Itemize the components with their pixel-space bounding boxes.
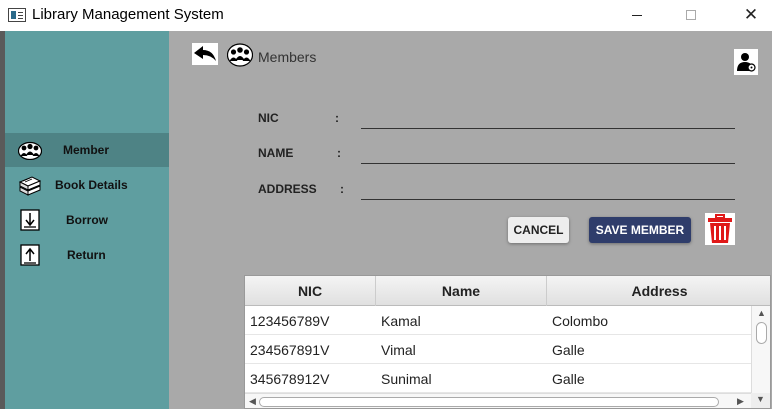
cancel-button[interactable]: CANCEL [508, 217, 569, 243]
vertical-scrollbar[interactable]: ▲ [751, 306, 770, 393]
horizontal-scrollbar[interactable]: ◀ ▶ [245, 393, 751, 408]
nic-colon: : [335, 111, 339, 125]
sidebar-item-book-details[interactable]: Book Details [5, 168, 169, 202]
nic-field[interactable] [361, 107, 735, 129]
cell-address: Galle [552, 370, 585, 387]
maximize-button[interactable] [668, 0, 714, 30]
maximize-icon [686, 10, 696, 20]
vertical-scroll-thumb[interactable] [756, 322, 767, 344]
back-arrow-icon[interactable] [192, 43, 218, 65]
members-table: NIC Name Address 123456789V Kamal Colomb… [244, 275, 771, 409]
address-label: ADDRESS [258, 182, 317, 196]
sidebar-item-label: Borrow [66, 213, 108, 227]
sidebar-item-label: Member [63, 143, 110, 157]
cell-nic: 345678912V [250, 370, 330, 387]
main-panel: Members NIC : NAME : ADDRESS : CANCEL SA… [169, 31, 772, 409]
address-field[interactable] [361, 178, 735, 200]
column-header-nic[interactable]: NIC [245, 276, 376, 306]
books-icon [18, 174, 42, 196]
sidebar-item-label: Book Details [55, 178, 128, 192]
borrow-icon [18, 209, 42, 231]
nic-label: NIC [258, 111, 279, 125]
cell-nic: 123456789V [250, 312, 330, 329]
column-header-name[interactable]: Name [376, 276, 547, 306]
sidebar-item-borrow[interactable]: Borrow [5, 203, 169, 237]
close-icon: ✕ [743, 5, 759, 24]
cell-address: Colombo [552, 312, 609, 329]
app-icon [8, 8, 26, 22]
scroll-down-icon[interactable]: ▼ [756, 394, 765, 404]
app-window: Library Management System ✕ Member Book … [0, 0, 772, 409]
name-label: NAME [258, 146, 294, 160]
title-bar[interactable]: Library Management System ✕ [0, 0, 772, 31]
name-field[interactable] [361, 142, 735, 164]
cell-nic: 234567891V [250, 341, 330, 358]
cell-name: Vimal [381, 341, 416, 358]
user-settings-icon[interactable] [734, 49, 758, 75]
members-icon [18, 139, 42, 161]
table-row[interactable]: 234567891V Vimal Galle [245, 335, 751, 364]
scroll-right-icon[interactable]: ▶ [737, 396, 744, 407]
table-header: NIC Name Address [245, 276, 770, 306]
scroll-up-icon[interactable]: ▲ [757, 308, 766, 318]
scroll-corner: ▼ [751, 393, 770, 408]
cell-name: Kamal [381, 312, 421, 329]
scroll-left-icon[interactable]: ◀ [249, 396, 256, 407]
window-title: Library Management System [32, 6, 224, 23]
cell-address: Galle [552, 341, 585, 358]
table-row[interactable]: 345678912V Sunimal Galle [245, 364, 751, 393]
save-member-button[interactable]: SAVE MEMBER [589, 217, 691, 243]
minimize-icon [632, 14, 642, 16]
page-title: Members [258, 49, 317, 65]
table-row[interactable]: 123456789V Kamal Colombo [245, 306, 751, 335]
minimize-button[interactable] [614, 0, 660, 30]
sidebar-item-return[interactable]: Return [5, 238, 169, 272]
horizontal-scroll-thumb[interactable] [259, 397, 719, 407]
column-header-address[interactable]: Address [547, 276, 770, 306]
address-colon: : [340, 182, 344, 196]
cell-name: Sunimal [381, 370, 432, 387]
name-colon: : [337, 146, 341, 160]
sidebar-item-label: Return [67, 248, 106, 262]
close-button[interactable]: ✕ [728, 0, 772, 30]
members-icon [226, 43, 254, 67]
trash-icon[interactable] [705, 213, 735, 245]
sidebar-item-member[interactable]: Member [5, 133, 169, 167]
return-icon [18, 244, 42, 266]
sidebar: Member Book Details Borrow Return [5, 31, 169, 409]
